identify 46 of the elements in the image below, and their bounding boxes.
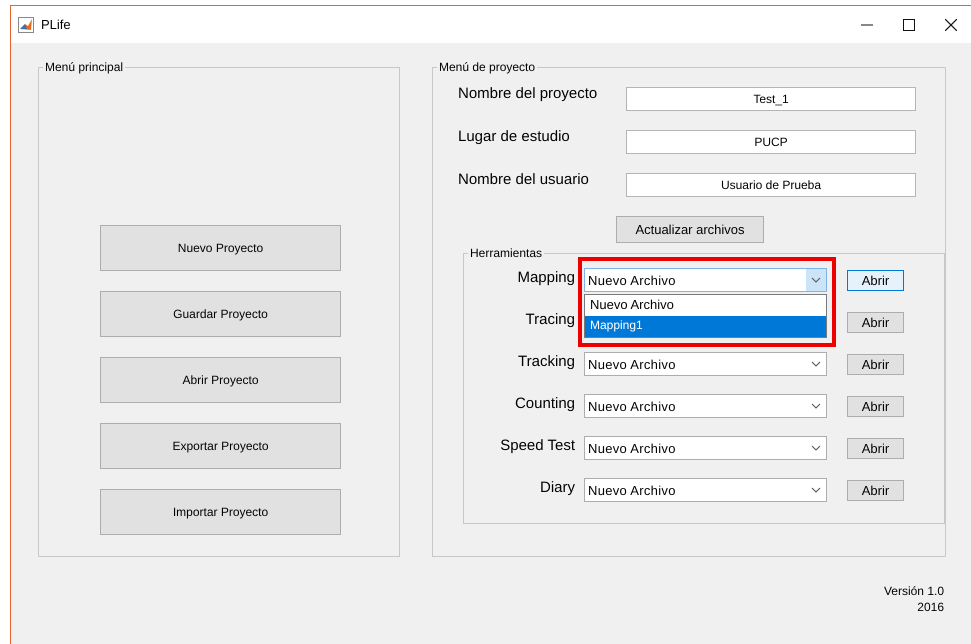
input-field[interactable]: Test_1 <box>626 87 916 111</box>
open-button[interactable]: Abrir <box>847 354 904 374</box>
chevron-icon <box>811 487 821 493</box>
dropdown-option[interactable]: Mapping1 <box>585 316 826 337</box>
dropdown[interactable]: Nuevo Archivo <box>584 478 827 502</box>
dropdown-option[interactable]: Nuevo Archivo <box>585 295 826 316</box>
panel-title: Menú principal <box>44 60 124 74</box>
field-label: Nombre del usuario <box>458 171 590 188</box>
tool-label: Tracing <box>524 310 575 328</box>
field-label: Lugar de estudio <box>458 128 571 145</box>
open-button[interactable]: Abrir <box>847 312 904 332</box>
open-button[interactable]: Abrir <box>847 270 904 290</box>
field-label: Nombre del proyecto <box>458 85 598 102</box>
chevron-icon <box>811 361 821 367</box>
panel-title: Menú de proyecto <box>438 60 536 74</box>
menu-button[interactable]: Exportar Proyecto <box>100 423 341 469</box>
input-field[interactable]: Usuario de Prueba <box>626 173 916 197</box>
open-button[interactable]: Abrir <box>847 438 904 458</box>
version-text: Versión 1.0 <box>884 583 944 599</box>
version-text: 2016 <box>917 599 944 615</box>
input-field[interactable]: PUCP <box>626 130 916 154</box>
tool-label: Counting <box>514 394 575 412</box>
open-button[interactable]: Abrir <box>847 396 904 416</box>
menu-button[interactable]: Nuevo Proyecto <box>100 225 341 271</box>
tool-label: Speed Test <box>499 436 575 454</box>
dropdown[interactable]: Nuevo Archivo <box>584 268 827 292</box>
dropdown[interactable]: Nuevo Archivo <box>584 352 827 376</box>
chevron-icon <box>811 277 821 283</box>
panel-title: Herramientas <box>469 246 544 260</box>
chevron-icon <box>811 445 821 451</box>
update-button[interactable]: Actualizar archivos <box>616 216 764 243</box>
chevron-icon <box>811 403 821 409</box>
dropdown[interactable]: Nuevo Archivo <box>584 436 827 460</box>
app-logo-icon <box>18 16 34 32</box>
tool-label: Tracking <box>517 352 575 370</box>
close-icon <box>945 18 957 30</box>
window-title: PLife <box>41 17 71 32</box>
menu-button[interactable]: Guardar Proyecto <box>100 291 341 337</box>
menu-button[interactable]: Importar Proyecto <box>100 489 341 535</box>
tool-label: Diary <box>538 478 575 496</box>
menu-button[interactable]: Abrir Proyecto <box>100 357 341 403</box>
dropdown[interactable]: Nuevo Archivo <box>584 394 827 418</box>
minimize-icon <box>861 24 873 26</box>
open-button[interactable]: Abrir <box>847 480 904 500</box>
maximize-icon <box>903 18 915 30</box>
tool-label: Mapping <box>516 268 575 286</box>
